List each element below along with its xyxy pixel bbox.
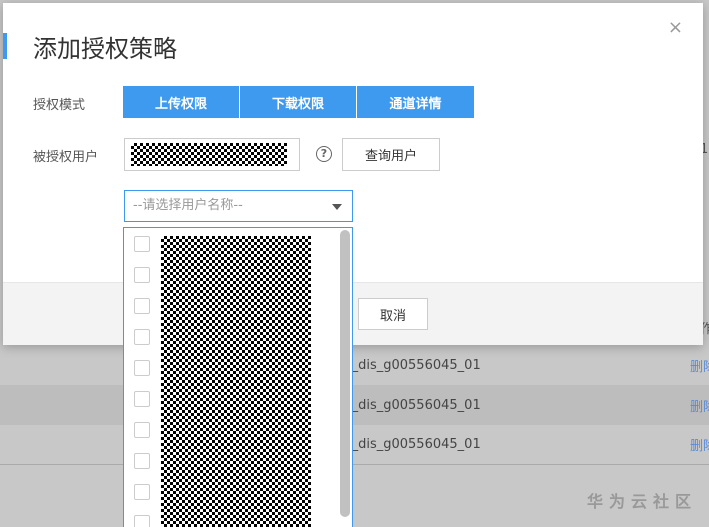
delete-link[interactable]: 删除 <box>690 396 709 415</box>
delete-link[interactable]: 删除 <box>690 356 709 375</box>
mode-upload-button[interactable]: 上传权限 <box>123 86 240 118</box>
user-input[interactable] <box>124 138 300 171</box>
row-name: ei_dis_g00556045_01 <box>340 397 481 413</box>
table-row: ei_dis_g00556045_01 删除 <box>0 385 709 425</box>
help-icon[interactable]: ? <box>316 146 332 162</box>
mode-download-button[interactable]: 下载权限 <box>240 86 357 118</box>
close-icon[interactable]: × <box>668 17 683 38</box>
option-checkbox[interactable] <box>134 236 150 252</box>
chevron-down-icon <box>332 204 342 210</box>
select-placeholder: --请选择用户名称-- <box>133 198 243 213</box>
redacted-user-value <box>131 143 287 166</box>
add-authorization-dialog: 添加授权策略 × 授权模式 上传权限 下载权限 通道详情 被授权用户 ? 查询用… <box>3 3 703 345</box>
mode-button-group: 上传权限 下载权限 通道详情 <box>123 86 474 118</box>
user-name-select[interactable]: --请选择用户名称-- <box>124 190 353 222</box>
option-checkbox[interactable] <box>134 484 150 500</box>
dialog-footer: 取消 <box>3 282 703 345</box>
option-checkbox[interactable] <box>134 360 150 376</box>
option-checkbox[interactable] <box>134 267 150 283</box>
cancel-button[interactable]: 取消 <box>358 298 428 330</box>
table-row: ei_dis_g00556045_01 删除 <box>0 425 709 465</box>
option-checkbox[interactable] <box>134 298 150 314</box>
option-checkbox[interactable] <box>134 391 150 407</box>
dialog-title: 添加授权策略 <box>33 35 177 63</box>
table-row: ei_dis_g00556045_01 删除 <box>0 345 709 385</box>
dropdown-scrollbar[interactable] <box>340 230 350 517</box>
option-checkbox[interactable] <box>134 329 150 345</box>
brand-watermark: 华为云社区 <box>586 492 697 511</box>
option-checkbox[interactable] <box>134 453 150 469</box>
mode-channel-detail-button[interactable]: 通道详情 <box>357 86 474 118</box>
mode-label: 授权模式 <box>33 98 86 113</box>
title-accent <box>3 33 7 59</box>
row-name: ei_dis_g00556045_01 <box>340 357 481 373</box>
delete-link[interactable]: 删除 <box>690 435 709 454</box>
user-dropdown-list <box>123 227 353 527</box>
row-name: ei_dis_g00556045_01 <box>340 437 481 452</box>
option-checkbox[interactable] <box>134 515 150 527</box>
user-label: 被授权用户 <box>33 150 99 165</box>
redacted-option-names <box>161 236 311 527</box>
query-user-button[interactable]: 查询用户 <box>342 138 440 171</box>
option-checkbox[interactable] <box>134 422 150 438</box>
